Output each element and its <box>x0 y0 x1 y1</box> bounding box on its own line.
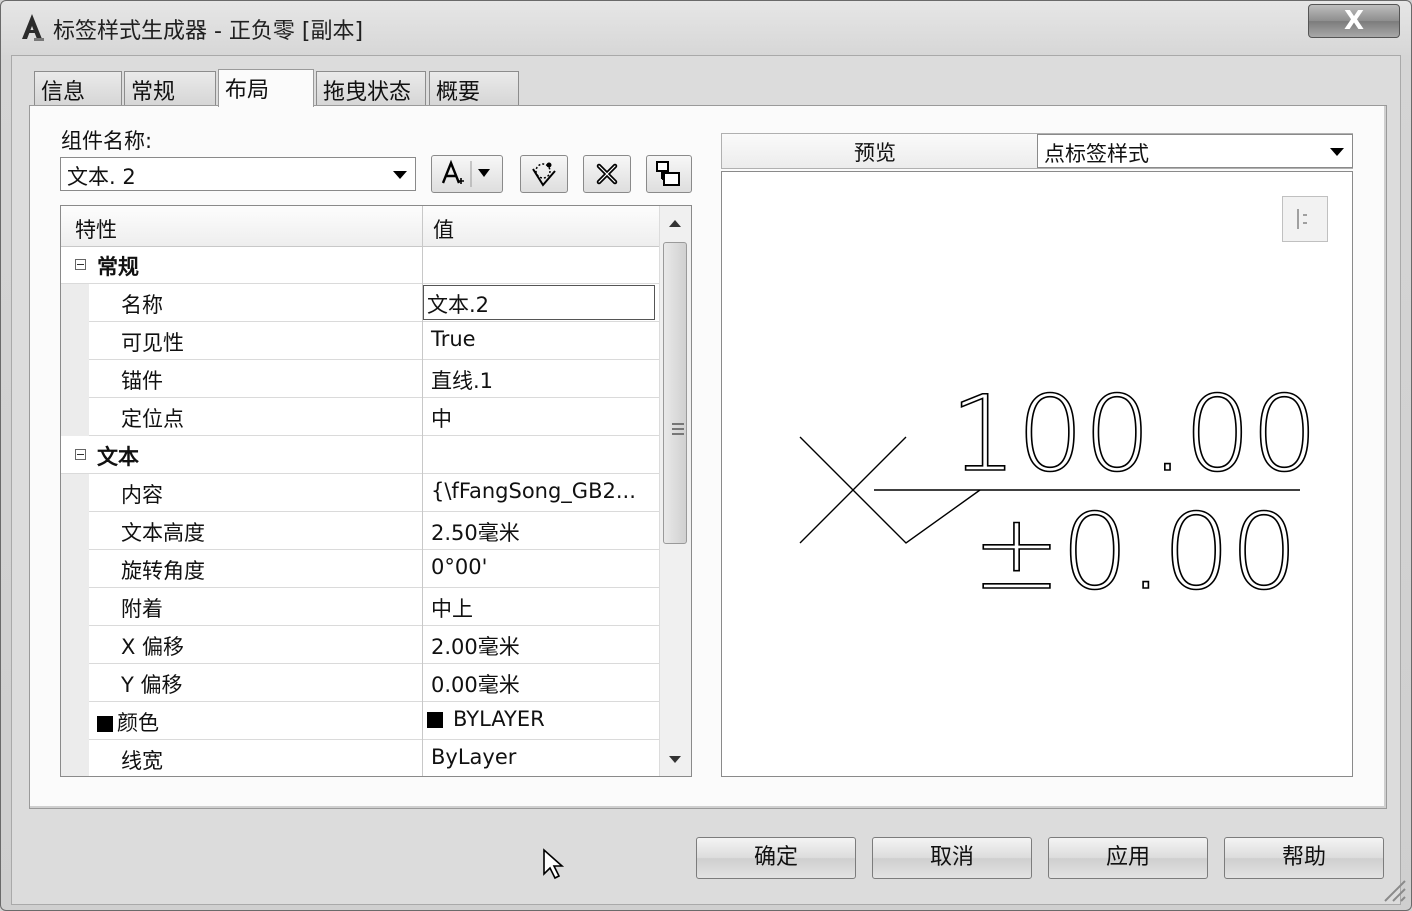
property-name: 名称 <box>121 293 163 317</box>
category-label: 常规 <box>97 255 139 279</box>
property-row-anchor-component[interactable]: 锚件 直线.1 <box>61 360 659 398</box>
property-name: 附着 <box>121 597 163 621</box>
component-draw-order-button[interactable] <box>646 155 692 193</box>
property-grid-header: 特性 值 <box>61 206 659 247</box>
property-name: 锚件 <box>121 369 163 393</box>
draw-order-icon <box>656 161 680 186</box>
chevron-down-icon <box>393 171 407 179</box>
value-column-header: 值 <box>433 218 454 242</box>
property-row-visibility[interactable]: 可见性 True <box>61 322 659 360</box>
property-row-rotation-angle[interactable]: 旋转角度 0°00' <box>61 550 659 588</box>
property-value-with-swatch: BYLAYER <box>427 707 545 731</box>
add-text-component-icon <box>441 159 490 187</box>
close-button[interactable]: X <box>1308 4 1400 38</box>
property-value: 直线.1 <box>431 369 494 393</box>
apply-button[interactable]: 应用 <box>1048 837 1208 879</box>
delete-icon <box>596 163 618 185</box>
autocad-logo-icon <box>22 14 44 41</box>
grip-icon <box>672 423 684 425</box>
tab-general[interactable]: 常规 <box>124 71 216 105</box>
scroll-thumb[interactable] <box>663 242 687 544</box>
cancel-button[interactable]: 取消 <box>872 837 1032 879</box>
scroll-down-icon[interactable] <box>669 756 681 763</box>
property-column-header: 特性 <box>75 218 117 242</box>
property-value: BYLAYER <box>453 707 545 731</box>
property-name: 线宽 <box>121 749 163 773</box>
property-name: Y 偏移 <box>121 673 183 697</box>
copy-component-icon <box>532 162 556 187</box>
tolerance-text: ±0.00 <box>972 491 1298 613</box>
property-row-lineweight[interactable]: 线宽 ByLayer <box>61 740 659 776</box>
ok-button[interactable]: 确定 <box>696 837 856 879</box>
property-value: 0°00' <box>431 555 488 579</box>
color-swatch-icon <box>427 712 443 728</box>
property-name: 可见性 <box>121 331 184 355</box>
property-value: 2.50毫米 <box>431 521 520 545</box>
property-row-name[interactable]: 名称 文本.2 <box>61 284 659 322</box>
create-text-component-button[interactable] <box>431 155 503 193</box>
property-name: 文本高度 <box>121 521 205 545</box>
chevron-down-icon <box>1330 148 1344 156</box>
property-value: True <box>431 327 476 351</box>
property-name: 旋转角度 <box>121 559 205 583</box>
preview-area: 100.00 ±0.00 <box>721 171 1353 777</box>
mouse-cursor-icon <box>543 848 565 880</box>
tab-dragged-state[interactable]: 拖曳状态 <box>316 71 426 105</box>
preview-label: 预览 <box>854 141 896 165</box>
close-icon: X <box>1343 6 1365 36</box>
tab-layout[interactable]: 布局 <box>218 69 314 107</box>
help-button[interactable]: 帮助 <box>1224 837 1384 879</box>
preview-style-select[interactable]: 点标签样式 <box>1037 134 1353 168</box>
preview-style-value: 点标签样式 <box>1044 142 1149 166</box>
collapse-toggle-icon[interactable] <box>75 449 86 460</box>
color-swatch-icon <box>97 716 113 732</box>
property-name: 内容 <box>121 483 163 507</box>
label-style-composer-dialog: 标签样式生成器 - 正负零 [副本] X 信息 常规 布局 拖曳状态 概要 组件… <box>0 0 1412 911</box>
property-value: 中上 <box>431 597 473 621</box>
property-name-with-swatch: 颜色 <box>97 707 159 737</box>
property-row-text-height[interactable]: 文本高度 2.50毫米 <box>61 512 659 550</box>
property-value: {\fFangSong_GB2... <box>431 479 636 503</box>
property-row-contents[interactable]: 内容 {\fFangSong_GB2... <box>61 474 659 512</box>
property-grid[interactable]: 特性 值 常规 名称 文本.2 可见性 True 锚件 直线.1 定位点 中 文… <box>60 205 692 777</box>
delete-component-button[interactable] <box>583 155 631 193</box>
component-name-select[interactable]: 文本. 2 <box>60 157 416 191</box>
property-value: ByLayer <box>431 745 517 769</box>
property-value: 0.00毫米 <box>431 673 520 697</box>
property-row-color[interactable]: 颜色 BYLAYER <box>61 702 659 740</box>
property-name: 颜色 <box>117 711 159 735</box>
category-label: 文本 <box>97 445 139 469</box>
property-name: X 偏移 <box>121 635 185 659</box>
property-grid-scrollbar[interactable] <box>659 206 691 776</box>
property-value: 中 <box>431 407 452 431</box>
property-row-x-offset[interactable]: X 偏移 2.00毫米 <box>61 626 659 664</box>
collapse-toggle-icon[interactable] <box>75 259 86 270</box>
property-value: 2.00毫米 <box>431 635 520 659</box>
component-name-value: 文本. 2 <box>67 165 136 189</box>
copy-component-button[interactable] <box>520 155 568 193</box>
label-preview-graphic: 100.00 ±0.00 <box>799 372 1319 614</box>
category-row-text[interactable]: 文本 <box>61 436 659 474</box>
property-row-y-offset[interactable]: Y 偏移 0.00毫米 <box>61 664 659 702</box>
property-row-attachment[interactable]: 附着 中上 <box>61 588 659 626</box>
tab-info[interactable]: 信息 <box>34 71 122 105</box>
tab-summary[interactable]: 概要 <box>429 71 519 105</box>
resize-grip-icon[interactable] <box>1377 873 1407 903</box>
property-name: 定位点 <box>121 407 184 431</box>
property-row-anchor-point[interactable]: 定位点 中 <box>61 398 659 436</box>
window-title: 标签样式生成器 - 正负零 [副本] <box>53 19 364 44</box>
category-row-general[interactable]: 常规 <box>61 246 659 284</box>
component-name-label: 组件名称: <box>61 129 153 153</box>
scroll-up-icon[interactable] <box>669 220 681 227</box>
property-value: 文本.2 <box>427 293 490 317</box>
elevation-text: 100.00 <box>950 373 1318 495</box>
